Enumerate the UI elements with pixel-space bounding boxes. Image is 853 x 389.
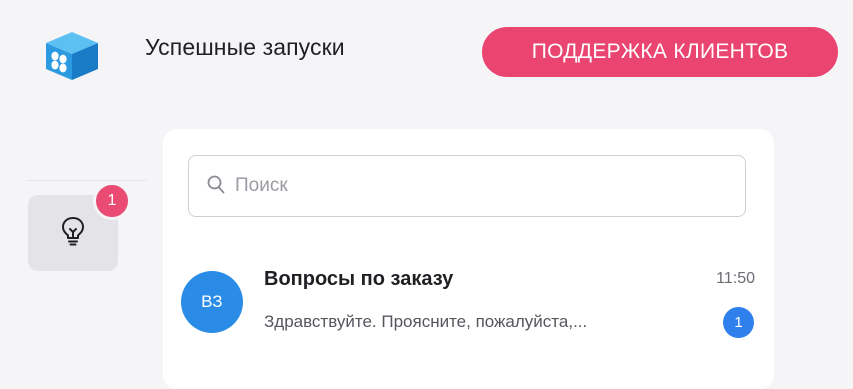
app-title: Успешные запуски — [145, 34, 345, 60]
sidebar-divider — [28, 180, 146, 181]
cube-logo-icon[interactable] — [40, 26, 104, 82]
avatar: ВЗ — [181, 271, 243, 333]
lightbulb-icon — [60, 216, 86, 251]
conversation-list-item[interactable]: ВЗ Вопросы по заказу 11:50 Здравствуйте.… — [163, 257, 774, 347]
conversations-panel: ВЗ Вопросы по заказу 11:50 Здравствуйте.… — [163, 129, 774, 389]
conversation-time: 11:50 — [716, 270, 755, 287]
unread-count-badge: 1 — [723, 307, 754, 338]
conversation-preview: Здравствуйте. Проясните, пожалуйста,... — [264, 312, 588, 331]
ideas-notification-badge: 1 — [93, 182, 131, 220]
search-box[interactable] — [188, 155, 746, 217]
search-input[interactable] — [235, 156, 725, 216]
conversation-title: Вопросы по заказу — [264, 268, 454, 290]
search-icon — [207, 175, 225, 200]
top-bar: Успешные запуски ПОДДЕРЖКА КЛИЕНТОВ — [0, 0, 853, 100]
customer-support-button[interactable]: ПОДДЕРЖКА КЛИЕНТОВ — [482, 27, 838, 77]
